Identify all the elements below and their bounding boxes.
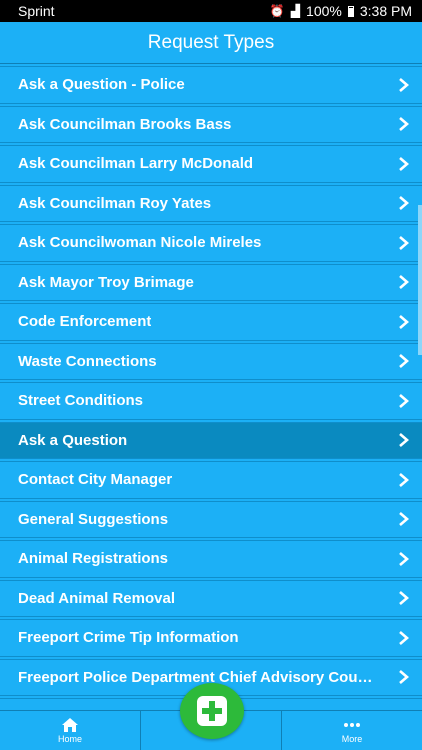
chevron-right-icon xyxy=(399,512,409,527)
clock: 3:38 PM xyxy=(359,3,412,19)
list-item-label: Dead Animal Removal xyxy=(18,589,175,607)
chevron-right-icon xyxy=(399,472,409,487)
add-request-button[interactable] xyxy=(180,683,244,739)
more-icon xyxy=(344,723,360,727)
home-icon xyxy=(62,718,78,732)
chevron-right-icon xyxy=(399,393,409,408)
list-item-label: Ask Councilman Larry McDonald xyxy=(18,155,254,173)
list-item[interactable]: Code Enforcement xyxy=(0,303,422,341)
list-item[interactable]: General Suggestions xyxy=(0,500,422,538)
chevron-right-icon xyxy=(399,670,409,685)
scrollbar[interactable] xyxy=(418,205,422,355)
nav-more-label: More xyxy=(341,734,363,744)
request-type-list: Ask a Question - Police Ask Councilman Br… xyxy=(0,64,422,710)
chevron-right-icon xyxy=(399,354,409,369)
list-item[interactable]: Street Conditions xyxy=(0,382,422,420)
list-item-label: General Suggestions xyxy=(18,510,169,528)
chevron-right-icon xyxy=(399,630,409,645)
list-item[interactable]: Ask Councilman Roy Yates xyxy=(0,184,422,222)
alarm-icon: ⏰ xyxy=(269,4,285,18)
list-item-label: Ask Councilman Roy Yates xyxy=(18,194,212,212)
list-item[interactable]: Ask a Question - Police xyxy=(0,66,422,104)
list-item-label: Ask Councilwoman Nicole Mireles xyxy=(18,234,262,252)
list-item-label: Ask Councilman Brooks Bass xyxy=(18,115,232,133)
signal-icon: ▟ xyxy=(290,4,301,18)
chevron-right-icon xyxy=(399,156,409,171)
list-item-label: Code Enforcement xyxy=(18,313,152,331)
list-item[interactable]: Contact City Manager xyxy=(0,461,422,499)
nav-home-label: Home xyxy=(57,734,82,744)
chevron-right-icon xyxy=(399,551,409,566)
list-item-label: Ask Mayor Troy Brimage xyxy=(18,273,194,291)
nav-more[interactable]: More xyxy=(282,711,422,750)
page-title: Request Types xyxy=(147,31,275,53)
title-bar: Request Types xyxy=(0,22,422,64)
list-item[interactable]: Ask Councilman Larry McDonald xyxy=(0,145,422,183)
list-item[interactable]: Freeport Crime Tip Information xyxy=(0,619,422,657)
list-item-label: Freeport Crime Tip Information xyxy=(18,629,239,647)
chevron-right-icon xyxy=(399,275,409,290)
chevron-right-icon xyxy=(399,591,409,606)
chevron-right-icon xyxy=(399,77,409,92)
list-item-label: Animal Registrations xyxy=(18,550,169,568)
list-item-label: Ask a Question xyxy=(18,431,128,449)
list-item-label: Contact City Manager xyxy=(18,471,173,489)
chevron-right-icon xyxy=(399,314,409,329)
carrier-label: Sprint xyxy=(18,3,55,19)
status-right: ⏰ ▟ 100% 3:38 PM xyxy=(270,3,412,19)
list-item[interactable]: Ask a Question xyxy=(0,421,422,459)
status-bar: Sprint ⏰ ▟ 100% 3:38 PM xyxy=(0,0,422,22)
list-item[interactable]: Ask Councilwoman Nicole Mireles xyxy=(0,224,422,262)
list-item-label: Ask a Question - Police xyxy=(18,76,185,94)
nav-home[interactable]: Home xyxy=(0,711,141,750)
list-item-label: Waste Connections xyxy=(18,352,157,370)
chevron-right-icon xyxy=(399,235,409,250)
list-item[interactable]: Waste Connections xyxy=(0,342,422,380)
battery-icon xyxy=(347,5,354,17)
battery-percent: 100% xyxy=(306,3,342,19)
chevron-right-icon xyxy=(399,196,409,211)
list-item[interactable]: Ask Councilman Brooks Bass xyxy=(0,105,422,143)
list-item[interactable]: Animal Registrations xyxy=(0,540,422,578)
list-item[interactable]: Dead Animal Removal xyxy=(0,579,422,617)
chevron-right-icon xyxy=(399,117,409,132)
list-item[interactable]: Ask Mayor Troy Brimage xyxy=(0,263,422,301)
list-item-label: Freeport Police Department Chief Advisor… xyxy=(18,668,378,686)
list-item-label: Street Conditions xyxy=(18,392,144,410)
chevron-right-icon xyxy=(399,433,409,448)
plus-icon xyxy=(197,696,227,726)
